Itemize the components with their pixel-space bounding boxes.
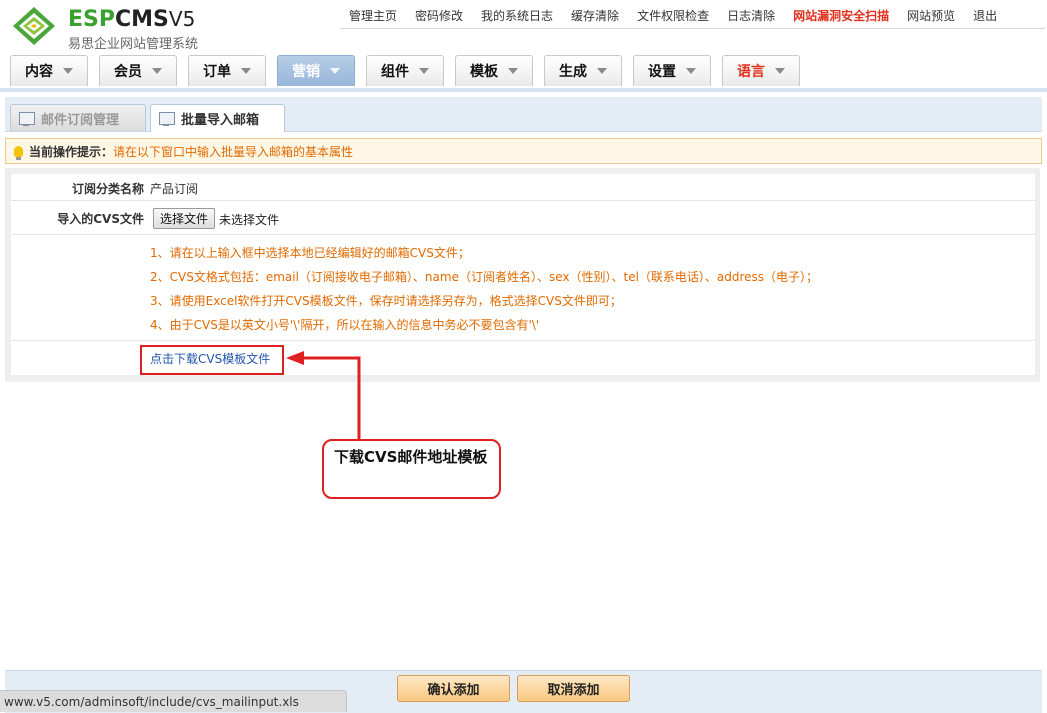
cancel-add-button[interactable]: 取消添加	[517, 675, 630, 702]
browser-status-bar: www.v5.com/adminsoft/include/cvs_mailinp…	[0, 690, 347, 712]
annotation-callout: 下载CVS邮件地址模板	[322, 439, 501, 499]
confirm-add-button[interactable]: 确认添加	[397, 675, 510, 702]
annotation-arrow-icon	[286, 351, 361, 440]
